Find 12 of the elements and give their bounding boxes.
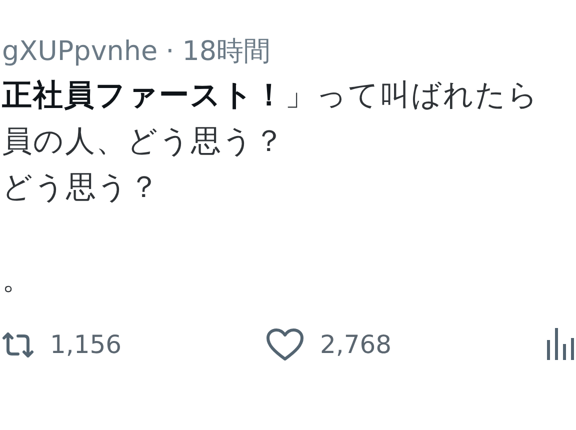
user-handle[interactable]: gXUPpvnhe	[2, 30, 158, 74]
heart-icon[interactable]	[266, 328, 304, 362]
post-text: 員の人、どう思う？	[2, 124, 285, 159]
post-text: 正社員ファースト！」って叫ばれたら	[2, 78, 539, 113]
retweet-count: 1,156	[50, 329, 122, 361]
separator-dot: ·	[166, 35, 174, 69]
like-count: 2,768	[320, 329, 392, 361]
post-text: 。	[2, 262, 33, 297]
retweet-icon[interactable]	[2, 330, 34, 360]
post-text: どう思う？	[2, 170, 160, 205]
bar-chart-icon[interactable]	[545, 326, 576, 360]
post-time[interactable]: 18時間	[182, 30, 271, 74]
